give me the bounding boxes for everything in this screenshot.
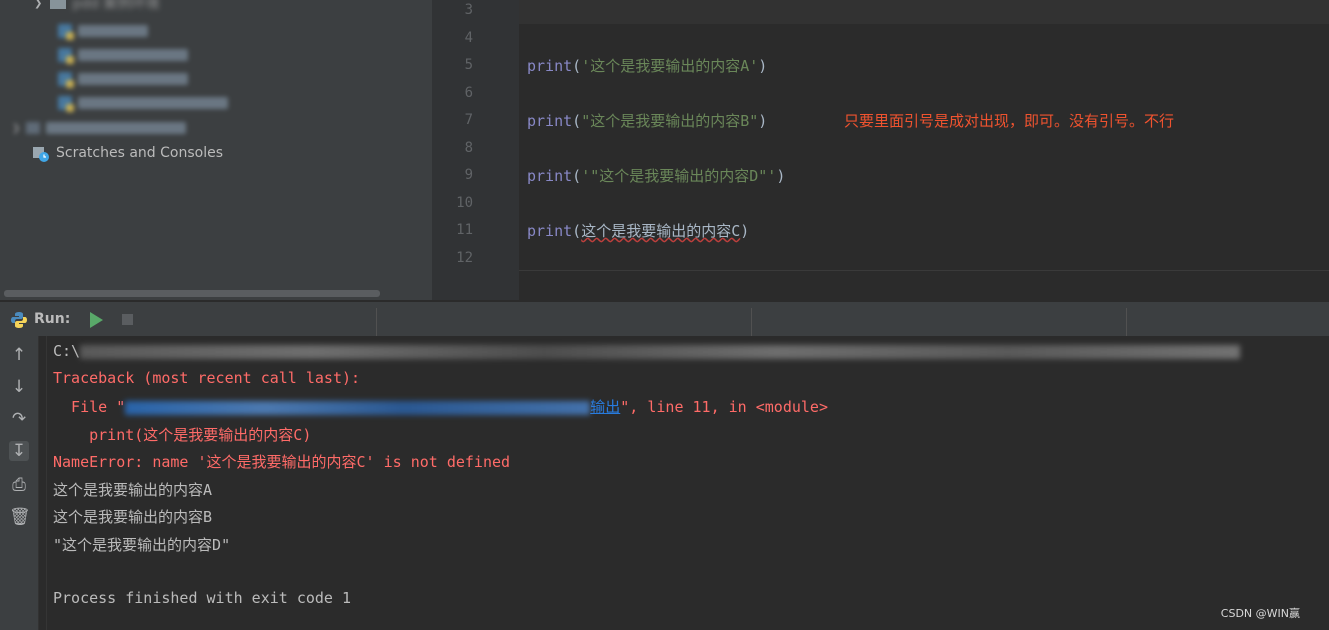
- blurred-path: [80, 344, 1241, 359]
- python-file-icon: [58, 96, 74, 112]
- code-line[interactable]: print(这个是我要输出的内容C): [527, 220, 749, 241]
- console-command-line: C:\: [53, 342, 1241, 360]
- horizontal-scrollbar[interactable]: [4, 290, 380, 297]
- console-traceback: Traceback (most recent call last):: [53, 369, 361, 387]
- line-number: 8: [464, 140, 473, 156]
- tree-item-file[interactable]: [58, 68, 188, 90]
- current-line-highlight: [519, 0, 1329, 24]
- run-console[interactable]: C:\ Traceback (most recent call last): F…: [39, 336, 1329, 630]
- line-number: 12: [456, 250, 473, 266]
- line-number: 4: [464, 30, 473, 46]
- line-number: 9: [464, 167, 473, 183]
- arrow-up-icon[interactable]: ↑: [9, 345, 29, 365]
- rerun-icon[interactable]: [90, 312, 103, 328]
- python-file-icon: [58, 48, 74, 64]
- tab-divider: [751, 308, 752, 336]
- tree-item-label: pdd 案例环境: [72, 0, 160, 12]
- tree-item-file[interactable]: [58, 92, 228, 114]
- tree-item-external-libraries[interactable]: ❯: [12, 117, 187, 139]
- line-number: 10: [456, 195, 473, 211]
- code-line[interactable]: print('这个是我要输出的内容A'): [527, 55, 767, 76]
- annotation-text: 只要里面引号是成对出现，即可。没有引号。不行: [844, 112, 1175, 130]
- run-toolbar: Run:: [0, 301, 1329, 337]
- console-output: 这个是我要输出的内容B: [53, 508, 213, 526]
- run-side-toolbar: ↑ ↓ ↷ ↧ ⎙ 🗑: [0, 336, 39, 630]
- line-number: 7: [464, 112, 473, 128]
- code-editor[interactable]: print('这个是我要输出的内容A') print("这个是我要输出的内容B"…: [519, 0, 1329, 300]
- chevron-right-icon: ❯: [34, 0, 43, 9]
- line-number: 5: [464, 57, 473, 73]
- python-file-icon: [58, 72, 74, 88]
- python-file-icon: [58, 24, 74, 40]
- file-link[interactable]: 输出: [125, 398, 620, 416]
- editor-divider: [519, 270, 1329, 271]
- console-output: 这个是我要输出的内容A: [53, 481, 213, 499]
- trash-icon[interactable]: 🗑: [9, 507, 31, 527]
- console-file-line: File " 输出", line 11, in <module>: [53, 398, 828, 416]
- folder-icon: [50, 0, 67, 9]
- project-tree-panel: ❯ pdd 案例环境 ❯ Scratches and Consoles: [0, 0, 432, 300]
- console-gutter-line: [46, 336, 47, 630]
- tab-divider: [1126, 308, 1127, 336]
- soft-wrap-icon[interactable]: ↷: [9, 409, 29, 429]
- code-line[interactable]: print("这个是我要输出的内容B"): [527, 110, 767, 131]
- console-output: "这个是我要输出的内容D": [53, 536, 231, 554]
- line-number: 3: [464, 2, 473, 18]
- line-number: 11: [456, 222, 473, 238]
- console-error: NameError: name '这个是我要输出的内容C' is not def…: [53, 453, 511, 471]
- code-line[interactable]: print('"这个是我要输出的内容D"'): [527, 165, 785, 186]
- run-title: Run:: [34, 311, 71, 327]
- tree-item-scratches[interactable]: Scratches and Consoles: [32, 142, 223, 164]
- print-icon[interactable]: ⎙: [9, 475, 29, 495]
- tree-item-file[interactable]: [58, 20, 148, 42]
- editor-gutter: 3 4 5 6 7 8 9 10 11 12: [432, 0, 520, 300]
- python-icon: [10, 311, 28, 329]
- console-code-line: print(这个是我要输出的内容C): [53, 426, 312, 444]
- tree-item-folder[interactable]: ❯ pdd 案例环境: [34, 0, 160, 14]
- watermark: CSDN @WIN赢: [1220, 607, 1300, 620]
- scratches-icon: [32, 145, 49, 162]
- tree-item-label: Scratches and Consoles: [56, 145, 223, 161]
- scroll-to-end-icon[interactable]: ↧: [9, 441, 29, 461]
- tree-item-file[interactable]: [58, 44, 188, 66]
- tab-divider: [376, 308, 377, 336]
- stop-icon[interactable]: [122, 314, 133, 325]
- arrow-down-icon[interactable]: ↓: [9, 377, 29, 397]
- line-number: 6: [464, 85, 473, 101]
- console-exit-message: Process finished with exit code 1: [53, 589, 352, 607]
